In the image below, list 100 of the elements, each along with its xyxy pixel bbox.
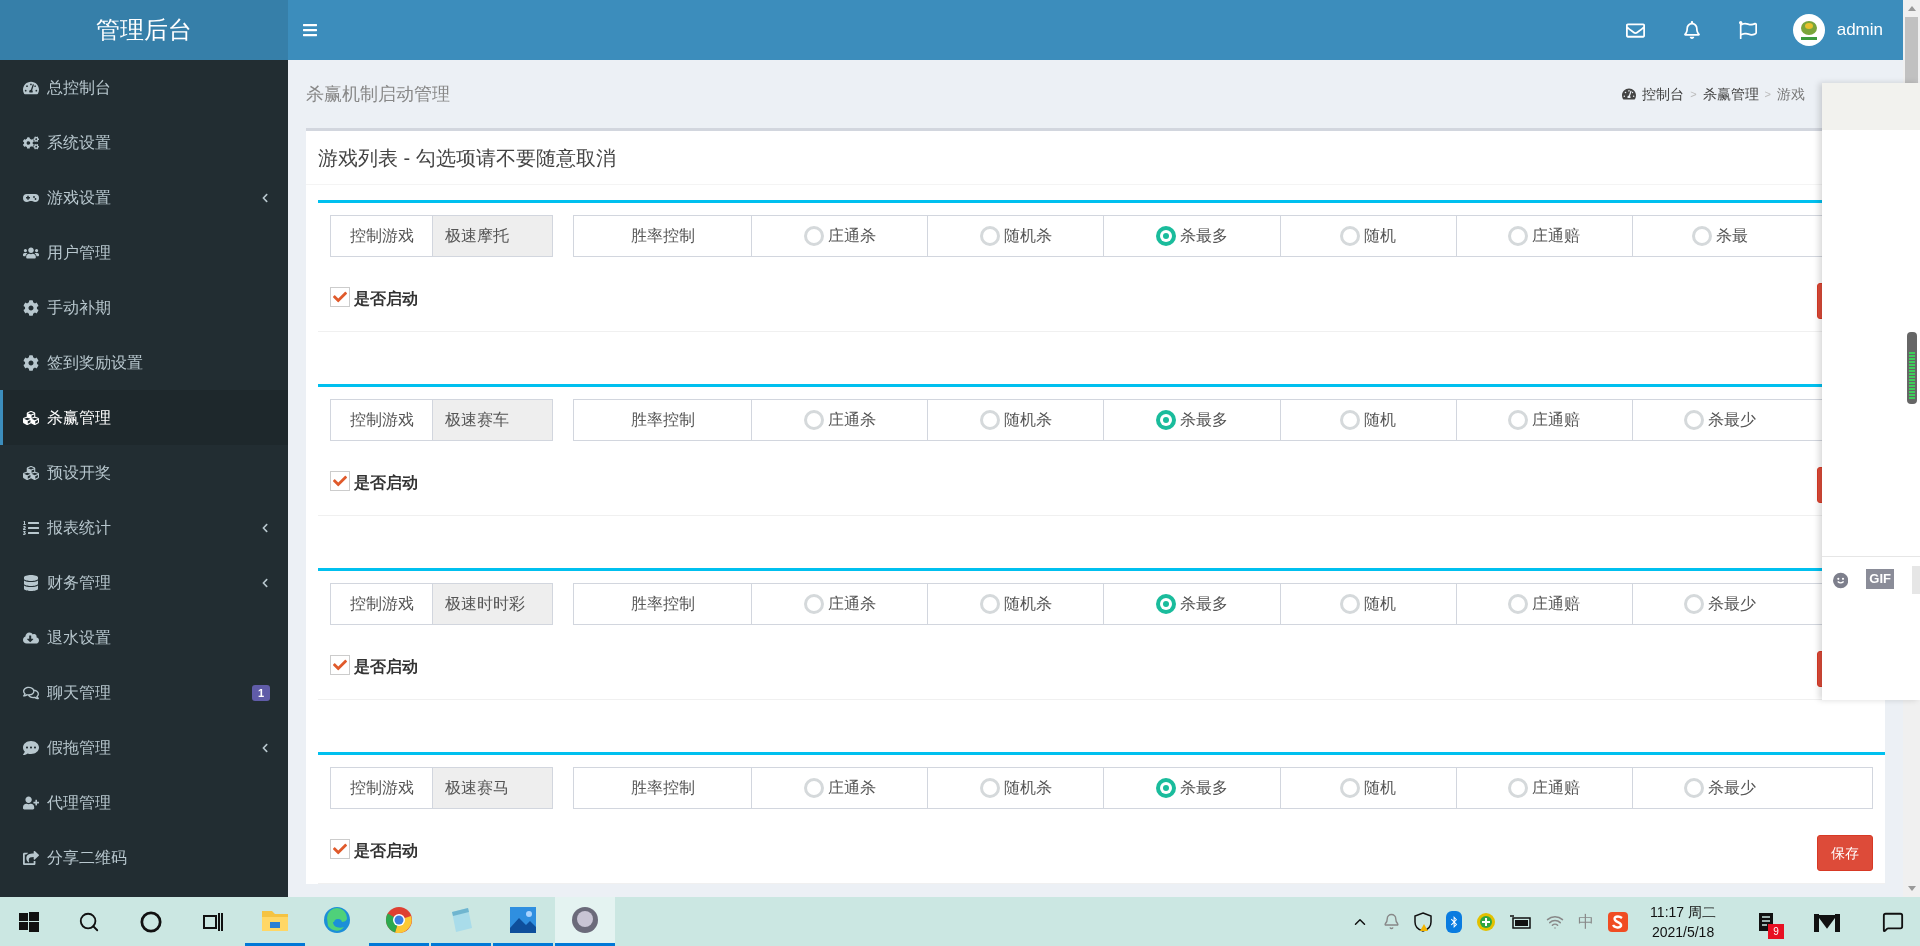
bluetooth-icon[interactable] [1446, 910, 1463, 933]
option-label: 随机杀 [1003, 778, 1052, 798]
option-label: 随机杀 [1003, 594, 1052, 614]
battery-icon[interactable] [1510, 914, 1533, 929]
radio-button[interactable] [1340, 594, 1361, 614]
cubes-icon [23, 409, 39, 426]
radio-button[interactable] [1684, 594, 1705, 614]
radio-button[interactable] [1508, 778, 1529, 798]
radio-button[interactable] [1340, 226, 1361, 246]
radio-button[interactable] [979, 594, 1000, 614]
option-label: 随机 [1364, 226, 1397, 246]
sidebar-item[interactable]: 预设开奖 [0, 445, 288, 500]
checkbox[interactable] [330, 655, 350, 675]
sidebar-item[interactable]: 杀赢管理 [0, 390, 288, 445]
option-label: 杀最少 [1708, 594, 1757, 614]
sidebar-item[interactable]: 报表统计 [0, 500, 288, 555]
option-label: 庄通赔 [1532, 410, 1581, 430]
game-field[interactable]: 极速赛马 [433, 767, 553, 809]
save-button[interactable]: 保存 [1817, 835, 1873, 871]
action-center-icon[interactable] [1882, 910, 1904, 933]
option-label: 杀最多 [1179, 778, 1228, 798]
radio-button[interactable] [979, 410, 1000, 430]
radio-button[interactable] [1684, 410, 1705, 430]
checkbox[interactable] [330, 471, 350, 491]
checkbox[interactable] [330, 839, 350, 859]
menu-icon[interactable] [302, 22, 318, 38]
radio-button[interactable] [1508, 594, 1529, 614]
windows-icon [19, 911, 39, 932]
radio-button[interactable] [1684, 778, 1705, 798]
sidebar-item[interactable]: 游戏设置 [0, 170, 288, 225]
sidebar-item[interactable]: 总控制台 [0, 60, 288, 115]
sogou-icon[interactable] [1608, 911, 1629, 932]
option-group-label: 胜率控制 [574, 584, 752, 624]
folder-icon [261, 908, 289, 932]
sidebar-item[interactable]: 聊天管理 1 [0, 665, 288, 720]
mountains-logo-icon[interactable] [1814, 911, 1840, 932]
breadcrumb-separator: > [1764, 86, 1771, 102]
sidebar-item[interactable]: 财务管理 [0, 555, 288, 610]
radio-button[interactable] [979, 226, 1000, 246]
sidebar-item[interactable]: 签到奖励设置 [0, 335, 288, 390]
sidebar-item[interactable]: 假拖管理 [0, 720, 288, 775]
checkbox-label: 是否启动 [354, 657, 418, 677]
plus-circle-icon[interactable] [1476, 911, 1497, 932]
task-view-icon[interactable] [202, 910, 224, 933]
game-field[interactable]: 极速时时彩 [433, 583, 553, 625]
bell-icon[interactable] [1383, 913, 1401, 930]
shield-icon[interactable] [1414, 911, 1433, 932]
user-name[interactable]: admin [1836, 17, 1883, 43]
option-label: 随机 [1364, 594, 1397, 614]
checkbox-label: 是否启动 [354, 841, 418, 861]
checkbox[interactable] [330, 287, 350, 307]
chat-icon [23, 684, 39, 701]
radio-button[interactable] [1340, 778, 1361, 798]
sidebar-item[interactable]: 代理管理 [0, 775, 288, 830]
radio-button[interactable] [803, 594, 824, 614]
radio-button[interactable] [803, 226, 824, 246]
sidebar-item[interactable]: 退水设置 [0, 610, 288, 665]
radio-button[interactable] [1155, 778, 1176, 798]
option-label: 庄通杀 [827, 410, 876, 430]
breadcrumb-link[interactable]: 游戏 [1777, 83, 1805, 105]
breadcrumb-link[interactable]: 杀赢管理 [1702, 83, 1759, 105]
clock-date[interactable]: 2021/5/18 [1651, 921, 1715, 942]
radio-button[interactable] [1155, 410, 1176, 430]
taskbar-app[interactable] [555, 897, 615, 946]
radio-button[interactable] [1508, 410, 1529, 430]
clock-time[interactable]: 11:17 周二 [1650, 901, 1716, 922]
radio-button[interactable] [803, 778, 824, 798]
radio-button[interactable] [1508, 226, 1529, 246]
radio-button[interactable] [1692, 226, 1713, 246]
option-label: 杀最少 [1708, 410, 1757, 430]
sidebar-item[interactable]: 分享二维码 [0, 830, 288, 885]
radio-button[interactable] [803, 410, 824, 430]
option-label: 杀最少 [1708, 778, 1757, 798]
bell-icon[interactable] [1682, 21, 1701, 39]
chrome-icon [385, 906, 413, 934]
search-icon[interactable] [78, 910, 100, 933]
control-label: 控制游戏 [330, 767, 433, 809]
option-label: 杀最 [1716, 226, 1749, 246]
radio-button[interactable] [1340, 410, 1361, 430]
user-avatar[interactable] [1792, 14, 1825, 46]
sidebar-item[interactable]: 系统设置 [0, 115, 288, 170]
mail-icon[interactable] [1625, 20, 1645, 40]
game-field[interactable]: 极速摩托 [433, 215, 553, 257]
circle-icon[interactable] [140, 910, 162, 933]
radio-button[interactable] [1155, 226, 1176, 246]
option-label: 随机 [1364, 778, 1397, 798]
sidebar-item[interactable]: 手动补期 [0, 280, 288, 335]
flag-icon[interactable] [1738, 21, 1757, 39]
option-label: 随机杀 [1003, 410, 1052, 430]
radio-button[interactable] [1155, 594, 1176, 614]
option-group-label: 胜率控制 [574, 216, 752, 256]
sidebar-item[interactable]: 用户管理 [0, 225, 288, 280]
checkbox-label: 是否启动 [354, 473, 418, 493]
radio-button[interactable] [979, 778, 1000, 798]
option-group-label: 胜率控制 [574, 400, 752, 440]
option-label: 杀最多 [1179, 410, 1228, 430]
gear-icon [23, 354, 39, 371]
breadcrumb-link[interactable]: 控制台 [1642, 83, 1685, 105]
control-label: 控制游戏 [330, 399, 433, 441]
game-field[interactable]: 极速赛车 [433, 399, 553, 441]
